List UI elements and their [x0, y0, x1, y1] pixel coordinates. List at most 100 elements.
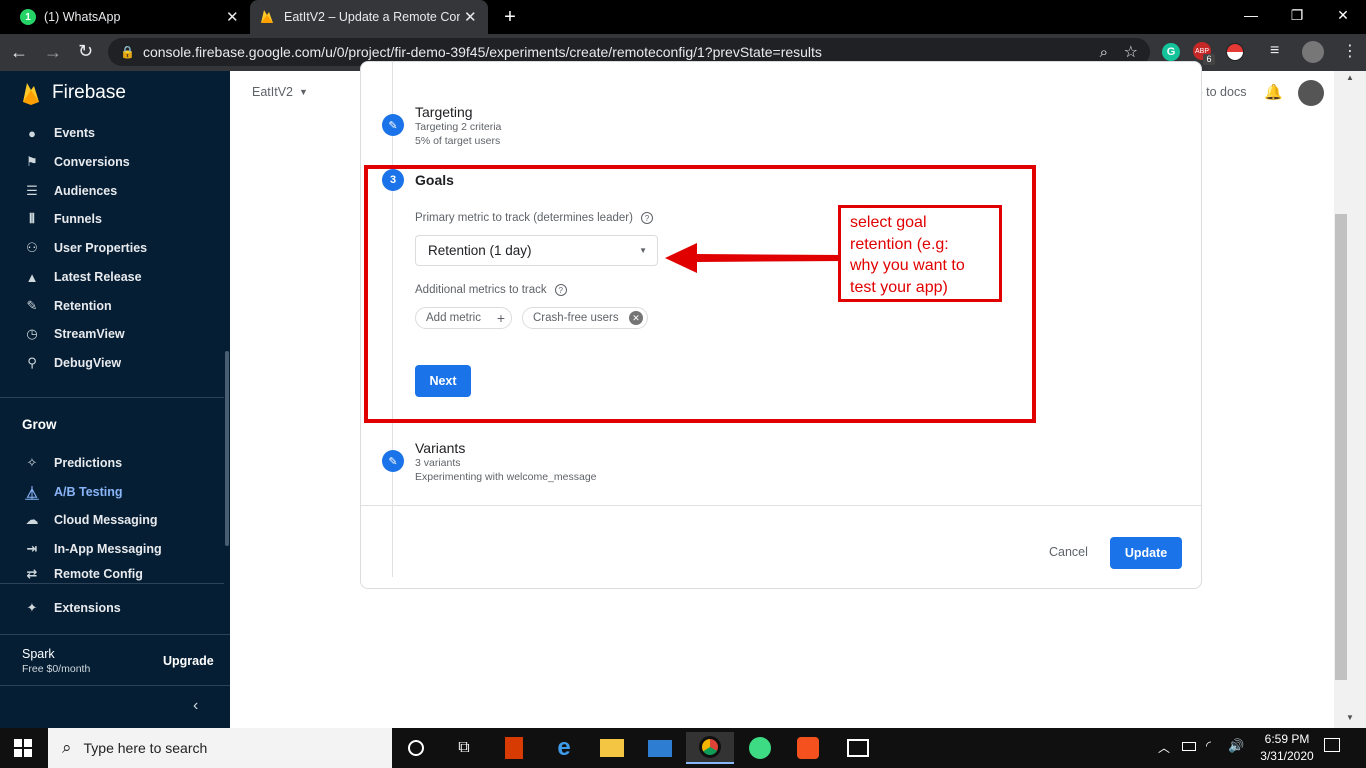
wifi-icon[interactable]: ◜	[1206, 738, 1211, 754]
grow-heading: Grow	[22, 417, 57, 432]
restore-button[interactable]: ❐	[1274, 0, 1320, 30]
profile-avatar[interactable]	[1302, 41, 1324, 63]
collapse-sidebar-icon[interactable]: ‹	[193, 697, 198, 715]
mail-icon[interactable]	[636, 732, 684, 764]
sidebar-scroll-thumb[interactable]	[225, 351, 229, 546]
browser-tab-strip: 1 (1) WhatsApp ✕ EatItV2 – Update a Remo…	[0, 0, 1366, 34]
sidebar-item-in-app-messaging[interactable]: ⇥ In-App Messaging	[0, 535, 230, 563]
windows-start-icon[interactable]	[14, 739, 32, 757]
clock-date[interactable]: 3/31/2020	[1254, 749, 1320, 763]
flag-icon: ⚑	[26, 154, 38, 169]
debug-icon: ⚲	[27, 355, 37, 370]
update-button[interactable]: Update	[1110, 537, 1182, 569]
back-icon[interactable]: ←	[10, 42, 28, 63]
main-content: EatItV2 ▼ Go to docs 🔔 ✎ Targeting Targe…	[230, 61, 1334, 728]
windows-taskbar: ⌕ Type here to search ⧉ e ︿ ◜ 🔊 6:59 PM …	[0, 728, 1366, 768]
clock-icon: ◷	[26, 326, 38, 341]
step-variants-title[interactable]: Variants	[415, 440, 465, 456]
taskbar-search-box[interactable]: ⌕ Type here to search	[48, 728, 392, 768]
tab-firebase[interactable]: EatItV2 – Update a Remote Confi ✕	[250, 0, 488, 34]
scroll-up-arrow[interactable]: ▲	[1334, 73, 1366, 82]
sidebar-item-retention[interactable]: ✎ Retention	[0, 292, 230, 320]
sidebar-item-ab-testing[interactable]: ⏅ A/B Testing	[0, 478, 230, 506]
sidebar-item-conversions[interactable]: ⚑ Conversions	[0, 148, 230, 176]
tray-chevron-icon[interactable]: ︿	[1158, 739, 1170, 756]
sidebar-item-latest-release[interactable]: ▲ Latest Release	[0, 263, 230, 291]
sidebar-item-funnels[interactable]: ⫴ Funnels	[0, 205, 230, 233]
close-icon[interactable]: ✕	[464, 8, 477, 26]
search-icon: ⌕	[62, 738, 72, 757]
sidebar-item-streamview[interactable]: ◷ StreamView	[0, 320, 230, 348]
close-window-button[interactable]: ✕	[1320, 0, 1366, 30]
step-targeting-detail: Targeting 2 criteria	[415, 121, 502, 133]
volume-icon[interactable]: 🔊	[1228, 738, 1244, 754]
sidebar-item-predictions[interactable]: ✧ Predictions	[0, 449, 230, 477]
remote-config-icon: ⇄	[26, 566, 38, 581]
clock-time[interactable]: 6:59 PM	[1254, 732, 1320, 746]
notification-icon[interactable]	[1324, 738, 1340, 752]
audiences-icon: ☰	[26, 183, 38, 198]
file-explorer-icon[interactable]	[588, 732, 636, 764]
edit-icon[interactable]: ✎	[382, 114, 404, 136]
sidebar-item-remote-config[interactable]: ⇄ Remote Config	[0, 564, 230, 584]
project-selector[interactable]: EatItV2 ▼	[252, 85, 308, 99]
menu-icon[interactable]: ⋮	[1342, 41, 1358, 61]
star-icon[interactable]: ☆	[1124, 42, 1138, 62]
account-avatar[interactable]	[1298, 80, 1324, 106]
bell-icon[interactable]: 🔔	[1264, 83, 1283, 101]
user-properties-icon: ⚇	[26, 240, 38, 255]
dropdown-icon: ▼	[299, 87, 308, 97]
sidebar-item-audiences[interactable]: ☰ Audiences	[0, 177, 230, 205]
forward-icon[interactable]: →	[44, 42, 62, 63]
retention-icon: ✎	[26, 298, 38, 313]
extension-badge: 6	[1203, 54, 1215, 65]
sidebar-item-user-properties[interactable]: ⚇ User Properties	[0, 234, 230, 262]
minimize-button[interactable]: —	[1228, 0, 1274, 30]
new-tab-button[interactable]: +	[498, 5, 522, 29]
card-footer-divider	[361, 505, 1201, 506]
edit-icon[interactable]: ✎	[382, 450, 404, 472]
office-icon[interactable]	[490, 732, 538, 764]
photos-icon[interactable]	[834, 732, 882, 764]
battery-icon[interactable]	[1182, 742, 1196, 751]
scroll-down-arrow[interactable]: ▼	[1334, 713, 1366, 722]
brand-name: Firebase	[52, 82, 126, 103]
cloud-messaging-icon: ☁	[25, 512, 39, 527]
upgrade-button[interactable]: Upgrade	[163, 654, 214, 668]
cortana-icon[interactable]	[392, 732, 440, 764]
page-scrollbar[interactable]: ▲ ▼	[1334, 71, 1366, 728]
events-icon: ●	[28, 125, 36, 141]
latest-release-icon: ▲	[25, 269, 39, 285]
edge-icon[interactable]: e	[540, 732, 588, 764]
step-variants-detail: Experimenting with welcome_message	[415, 471, 597, 483]
predictions-icon: ✧	[26, 455, 38, 470]
sidebar-item-debugview[interactable]: ⚲ DebugView	[0, 349, 230, 377]
sidebar-item-events[interactable]: ● Events	[0, 119, 230, 147]
scroll-thumb[interactable]	[1335, 214, 1347, 680]
sidebar-divider	[0, 634, 230, 635]
task-view-icon[interactable]: ⧉	[440, 732, 488, 764]
close-icon[interactable]: ✕	[226, 8, 239, 26]
annotation-arrow	[665, 243, 845, 273]
pokeball-icon[interactable]	[1226, 43, 1244, 61]
firebase-logo	[22, 81, 40, 105]
flask-icon: ⏅	[25, 485, 39, 501]
android-studio-icon[interactable]	[736, 732, 784, 764]
step-targeting-title[interactable]: Targeting	[415, 104, 473, 120]
media-control-icon[interactable]: ≡	[1270, 42, 1279, 60]
zoom-icon[interactable]: ⌕	[1100, 44, 1108, 61]
reload-icon[interactable]: ↻	[78, 41, 93, 62]
tab-title: EatItV2 – Update a Remote Confi	[284, 10, 460, 24]
whatsapp-icon: 1	[20, 9, 36, 25]
screen-recorder-icon[interactable]	[784, 732, 832, 764]
sidebar-item-cloud-messaging[interactable]: ☁ Cloud Messaging	[0, 506, 230, 534]
sidebar-divider	[0, 397, 224, 398]
cancel-button[interactable]: Cancel	[1049, 545, 1088, 559]
sidebar-item-extensions[interactable]: ✦ Extensions	[0, 594, 230, 622]
grammarly-icon[interactable]: G	[1162, 43, 1180, 61]
funnel-icon: ⫴	[29, 211, 35, 226]
tab-whatsapp[interactable]: 1 (1) WhatsApp ✕	[8, 0, 248, 34]
url-text: console.firebase.google.com/u/0/project/…	[142, 44, 822, 60]
chrome-icon[interactable]	[686, 732, 734, 764]
annotation-note: select goal retention (e.g: why you want…	[838, 205, 1002, 302]
